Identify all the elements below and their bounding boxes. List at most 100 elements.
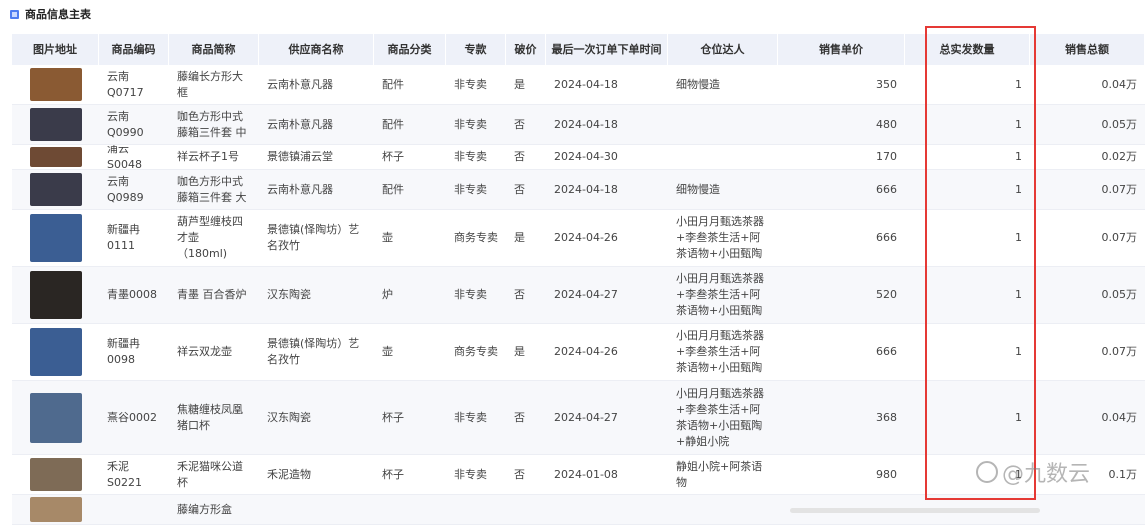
cell-category: 壶 [374,324,446,380]
cell-total-text: 0.07万 [1101,231,1138,244]
cell-code-text: 新疆冉0098 [107,337,140,366]
cell-price: 350 [778,65,905,104]
cell-special: 非专卖 [446,170,506,209]
cell-supplier: 景德镇(怿陶坊）艺名孜竹 [259,210,374,266]
column-header-supplier[interactable]: 供应商名称 [259,34,374,65]
horizontal-scrollbar[interactable] [790,508,1040,513]
product-thumbnail[interactable] [29,172,82,207]
column-header-talent[interactable]: 仓位达人 [668,34,778,65]
cell-special-text: 商务专卖 [454,231,498,244]
product-thumbnail[interactable] [29,327,82,377]
cell-image[interactable] [12,105,99,144]
brand-logo-icon [976,461,998,483]
product-thumbnail[interactable] [29,497,82,522]
cell-total: 0.02万 [1030,145,1145,169]
table-row[interactable]: 新疆冉0111 葫芦型缠枝四才壶 （180ml) 景德镇(怿陶坊）艺名孜竹 壶 商务专卖… [12,210,1145,267]
cell-supplier: 云南朴意凡器 [259,65,374,104]
cell-special-text: 非专卖 [454,150,487,163]
cell-special-text: 非专卖 [454,288,487,301]
cell-image[interactable] [12,267,99,323]
product-thumbnail[interactable] [29,67,82,102]
cell-image[interactable] [12,495,99,524]
cell-supplier-text: 云南朴意凡器 [267,117,333,131]
cell-category [374,495,446,524]
table-row[interactable]: 云南Q0717 藤编长方形大框 云南朴意凡器 配件 非专卖 是 2024-04-18 细物慢造… [12,65,1145,105]
cell-name-text: 祥云双龙壶 [177,345,232,358]
cell-supplier: 禾泥造物 [259,455,374,494]
cell-talent-text: 小田月月甄选茶器+李叁茶生活+阿茶语物+小田甄陶 [676,329,764,374]
cell-code: 云南Q0989 [99,170,169,209]
cell-special: 非专卖 [446,145,506,169]
cell-special-text: 非专卖 [454,182,487,196]
cell-image[interactable] [12,65,99,104]
cell-broken-text: 是 [514,231,525,244]
column-header-total[interactable]: 销售总额 [1030,34,1145,65]
table-row[interactable]: 云南Q0989 咖色方形中式藤箱三件套 大 云南朴意凡器 配件 非专卖 否 2024-04-… [12,170,1145,210]
product-thumbnail[interactable] [29,107,82,142]
column-header-image[interactable]: 图片地址 [12,34,99,65]
table-row[interactable]: 青墨0008 青墨 百合香炉 汉东陶瓷 炉 非专卖 否 2024-04-27 小田月月甄选茶器… [12,267,1145,324]
cell-broken [506,495,546,524]
watermark-text: @九数云 [1002,462,1091,487]
cell-talent-text: 细物慢造 [676,182,720,196]
cell-image[interactable] [12,455,99,494]
cell-supplier-text: 禾泥造物 [267,467,311,481]
cell-code: 禾泥S0221 [99,455,169,494]
table-header: 图片地址 商品编码 商品简称 供应商名称 商品分类 专款 破价 最后一次订单下单时间 仓位达人销… [12,34,1145,65]
cell-special: 非专卖 [446,381,506,454]
cell-supplier: 汉东陶瓷 [259,381,374,454]
cell-qty: 1 [905,381,1030,454]
cell-name: 祥云双龙壶 [169,324,259,380]
cell-image[interactable] [12,145,99,169]
cell-supplier [259,495,374,524]
cell-image[interactable] [12,324,99,380]
cell-image[interactable] [12,170,99,209]
cell-price: 520 [778,267,905,323]
cell-broken: 是 [506,65,546,104]
product-thumbnail[interactable] [29,146,82,168]
cell-qty-text: 1 [1015,77,1022,91]
column-header-last-order[interactable]: 最后一次订单下单时间 [546,34,668,65]
cell-talent-text: 小田月月甄选茶器+李叁茶生活+阿茶语物+小田甄陶 [676,215,764,260]
cell-broken-text: 否 [514,288,525,301]
cell-last-order: 2024-04-26 [546,210,668,266]
table-row[interactable]: 熹谷0002 焦糖缠枝凤凰猪口杯 汉东陶瓷 杯子 非专卖 否 2024-04-27 小田月月甄… [12,381,1145,455]
table-row[interactable]: 云南Q0990 咖色方形中式藤箱三件套 中 云南朴意凡器 配件 非专卖 否 2024-04-… [12,105,1145,145]
cell-code-text: 云南Q0717 [107,69,144,99]
table-row[interactable]: 新疆冉0098 祥云双龙壶 景德镇(怿陶坊）艺名孜竹 壶 商务专卖 是 2024-04-26… [12,324,1145,381]
column-header-name[interactable]: 商品简称 [169,34,259,65]
cell-total: 0.04万 [1030,381,1145,454]
cell-code [99,495,169,524]
product-thumbnail[interactable] [29,270,82,320]
cell-price-text: 170 [876,150,897,163]
column-header-qty[interactable]: 总实发数量 [905,34,1030,65]
product-thumbnail[interactable] [29,392,82,443]
cell-name: 祥云杯子1号 [169,145,259,169]
cell-broken-text: 是 [514,345,525,358]
cell-qty-text: 1 [1015,150,1022,163]
table-row[interactable]: 浦云S0048 祥云杯子1号 景德镇浦云堂 杯子 非专卖 否 2024-04-30 170 1 0… [12,145,1145,170]
column-header-price[interactable]: 销售单价 [778,34,905,65]
column-header-code[interactable]: 商品编码 [99,34,169,65]
cell-talent: 小田月月甄选茶器+李叁茶生活+阿茶语物+小田甄陶+静姐小院 [668,381,778,454]
cell-price: 980 [778,455,905,494]
product-thumbnail[interactable] [29,213,82,263]
cell-qty: 1 [905,324,1030,380]
cell-image[interactable] [12,381,99,454]
product-thumbnail[interactable] [29,457,82,492]
cell-qty: 1 [905,170,1030,209]
cell-supplier-text: 景德镇(怿陶坊）艺名孜竹 [267,223,360,252]
column-header-category[interactable]: 商品分类 [374,34,446,65]
cell-last-order-text: 2024-04-18 [554,182,618,196]
column-header-special[interactable]: 专款 [446,34,506,65]
cell-code-text: 青墨0008 [107,288,157,301]
cell-code-text: 云南Q0989 [107,174,144,204]
cell-image[interactable] [12,210,99,266]
cell-name-text: 藤编长方形大框 [177,69,243,99]
cell-talent: 静姐小院+阿茶语物 [668,455,778,494]
column-header-broken[interactable]: 破价 [506,34,546,65]
cell-supplier-text: 汉东陶瓷 [267,288,311,301]
cell-price: 368 [778,381,905,454]
cell-qty: 1 [905,210,1030,266]
cell-code-text: 新疆冉0111 [107,223,140,252]
